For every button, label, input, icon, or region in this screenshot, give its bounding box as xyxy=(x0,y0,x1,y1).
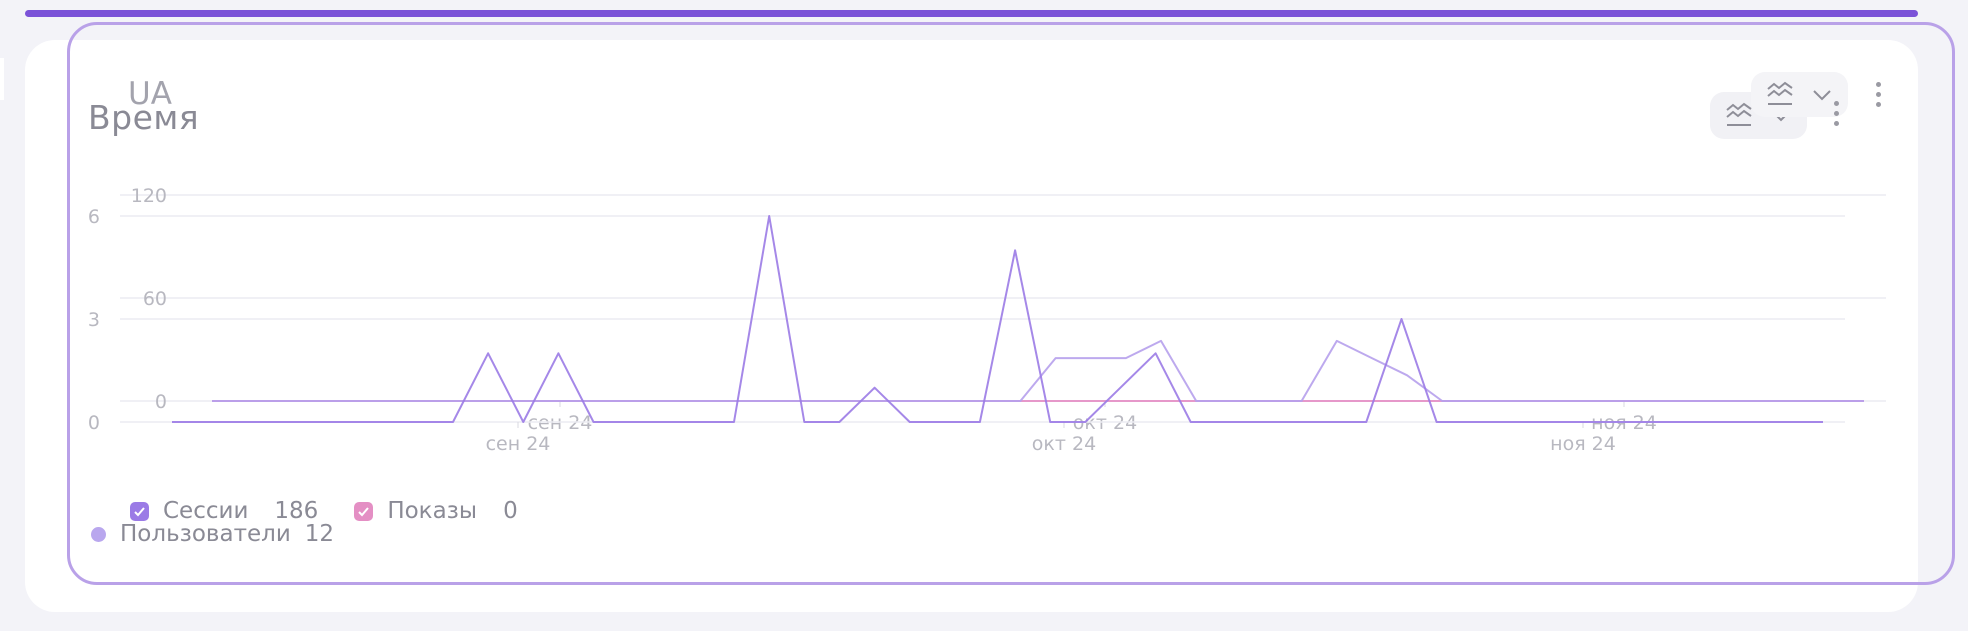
y-tick-label: 60 xyxy=(143,288,167,310)
checkbox-checked-icon[interactable] xyxy=(130,501,149,521)
legend-label-shows: Показы xyxy=(387,498,478,524)
x-tick-label: окт 24 xyxy=(1032,433,1096,455)
y-tick-label: 120 xyxy=(131,185,167,207)
y-tick-label: 0 xyxy=(155,391,167,413)
legend-value-shows: 0 xyxy=(503,498,518,524)
x-tick-label: ноя 24 xyxy=(1550,433,1616,455)
legend-users: Пользователи 12 xyxy=(91,521,334,547)
y-tick-label: 3 xyxy=(88,309,100,331)
x-tick-label: сен 24 xyxy=(486,433,551,455)
legend-value-users: 12 xyxy=(304,521,335,547)
x-tick-label: сен 24 xyxy=(528,412,593,434)
legend-item-shows[interactable]: Показы 0 xyxy=(354,498,518,524)
legend-label-users: Пользователи xyxy=(120,521,291,547)
y-tick-label: 0 xyxy=(88,412,100,434)
line-chart: 060120сен 24 окт 24 ноя 24036сен 24 окт 24 н… xyxy=(88,185,1886,455)
checkbox-checked-icon[interactable] xyxy=(354,501,374,521)
legend-dot-icon xyxy=(91,526,106,542)
y-tick-label: 6 xyxy=(88,206,100,228)
series-line-users xyxy=(212,339,1864,402)
